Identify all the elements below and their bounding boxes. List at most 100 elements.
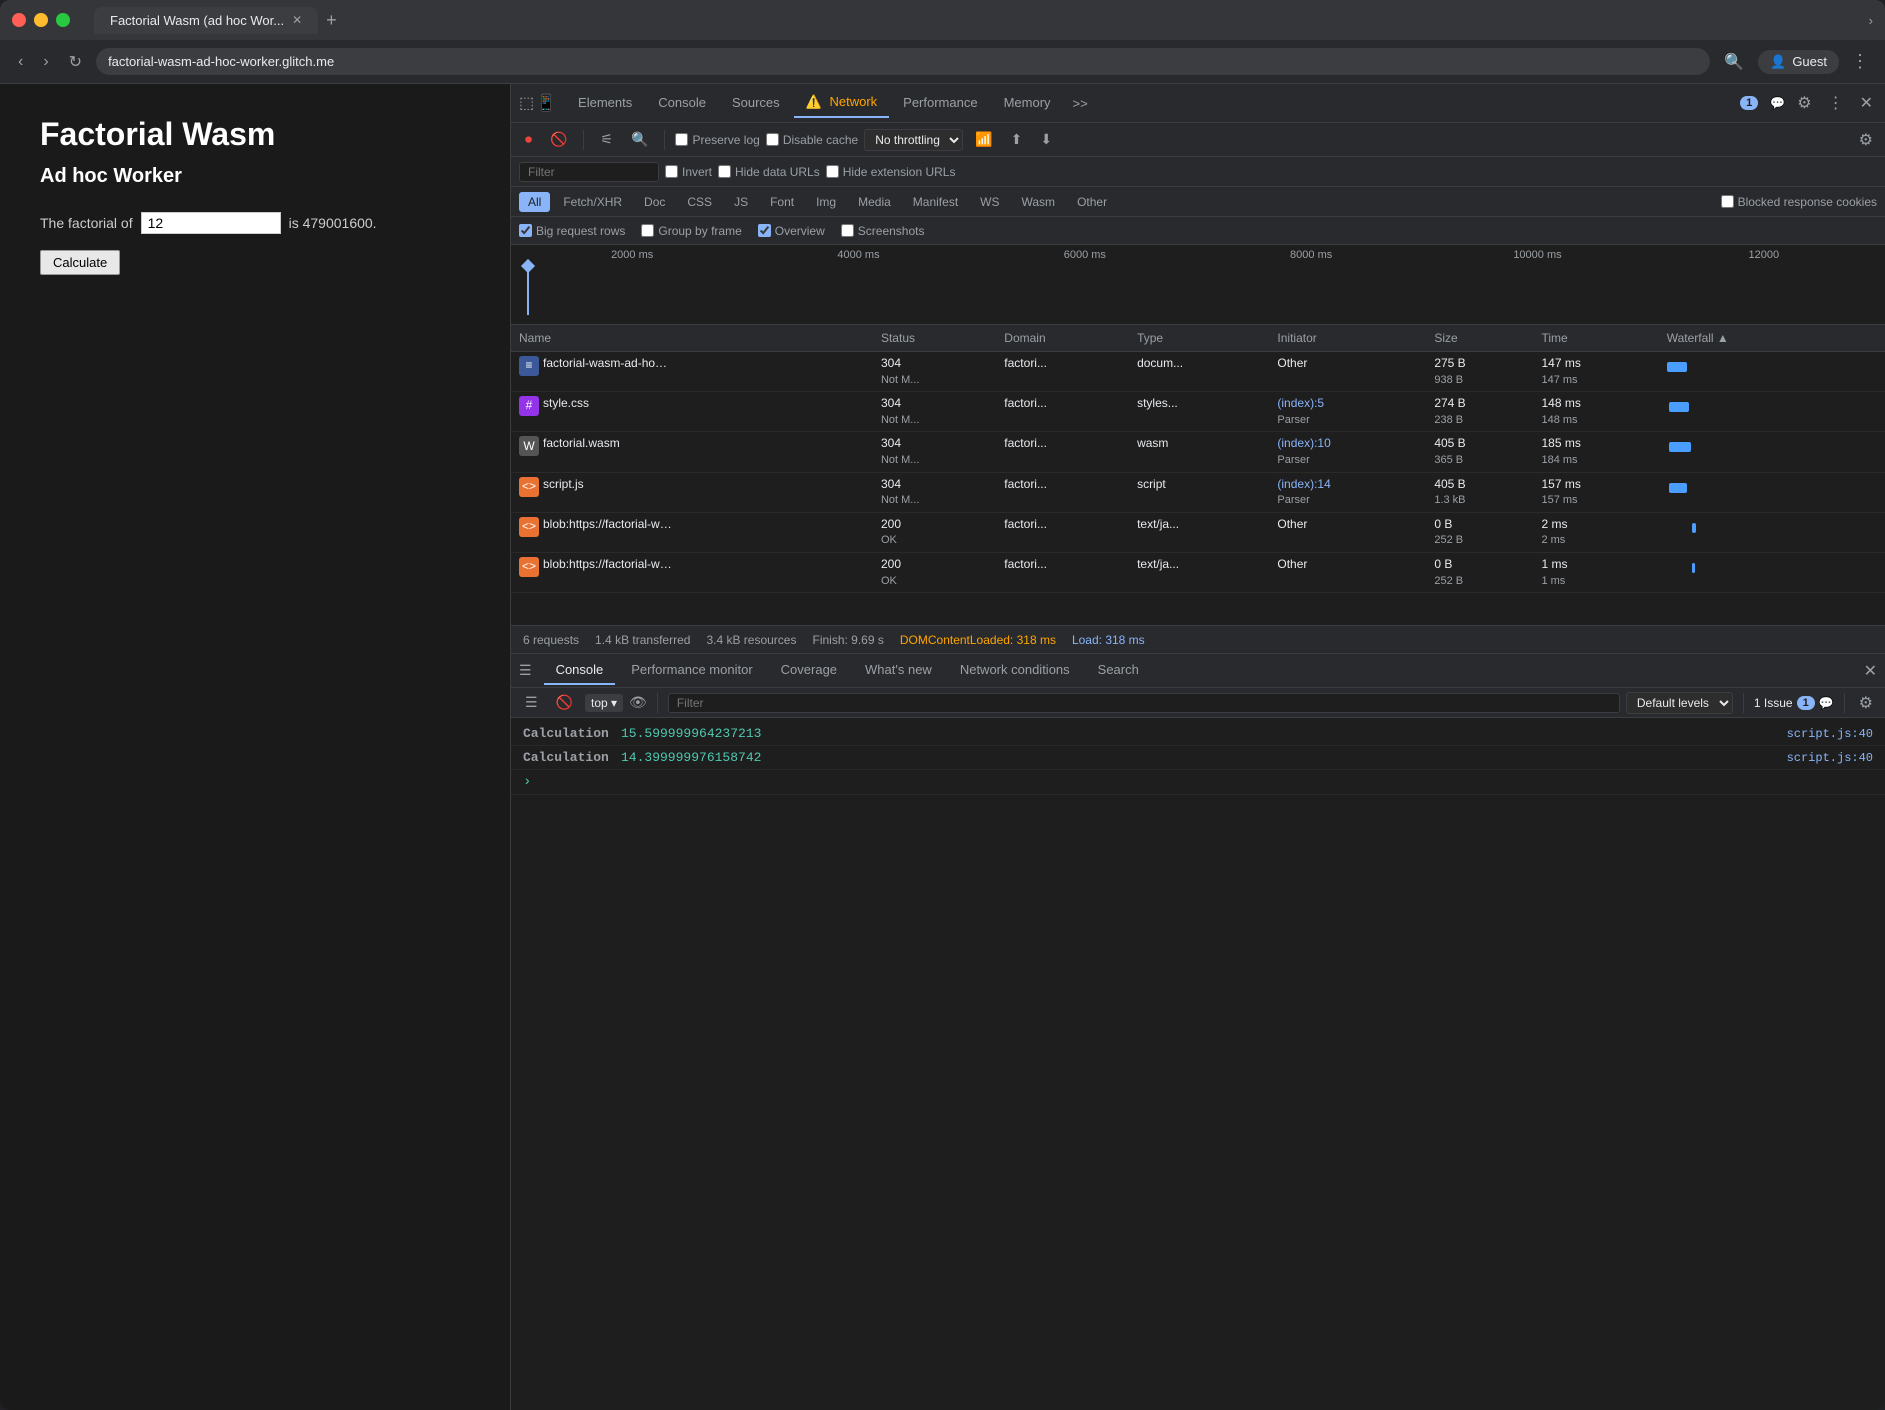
more-tabs-icon[interactable]: >> <box>1065 96 1096 111</box>
screenshots-input[interactable] <box>841 224 854 237</box>
search-icon[interactable]: 🔍 <box>625 128 654 151</box>
big-rows-input[interactable] <box>519 224 532 237</box>
console-settings-icon[interactable]: ⚙ <box>1855 689 1877 717</box>
col-status[interactable]: Status <box>873 325 996 352</box>
factorial-input[interactable] <box>141 212 281 234</box>
console-source[interactable]: script.js:40 <box>1787 727 1873 741</box>
hide-ext-urls-input[interactable] <box>826 165 839 178</box>
type-pill-other[interactable]: Other <box>1068 192 1116 212</box>
record-stop-button[interactable]: ⏺ <box>519 128 538 151</box>
device-toolbar-icon[interactable]: 📱 <box>536 93 556 113</box>
type-pill-doc[interactable]: Doc <box>635 192 674 212</box>
preserve-log-input[interactable] <box>675 133 688 146</box>
invert-checkbox[interactable]: Invert <box>665 165 712 179</box>
settings-icon[interactable]: ⚙ <box>1793 89 1815 117</box>
type-pill-js[interactable]: JS <box>725 192 757 212</box>
new-tab-button[interactable]: + <box>326 10 337 31</box>
type-pill-manifest[interactable]: Manifest <box>904 192 967 212</box>
back-button[interactable]: ‹ <box>12 49 29 75</box>
col-type[interactable]: Type <box>1129 325 1269 352</box>
col-waterfall[interactable]: Waterfall ▲ <box>1659 325 1885 352</box>
table-row[interactable]: <> script.js 304 Not M... factori... scr… <box>511 472 1885 512</box>
console-sidebar-icon[interactable]: ☰ <box>519 691 544 714</box>
group-by-frame-input[interactable] <box>641 224 654 237</box>
console-tab-coverage[interactable]: Coverage <box>769 656 849 685</box>
invert-input[interactable] <box>665 165 678 178</box>
tab-close-button[interactable]: ✕ <box>292 13 302 27</box>
tab-performance[interactable]: Performance <box>891 89 989 118</box>
disable-cache-input[interactable] <box>766 133 779 146</box>
tab-elements[interactable]: Elements <box>566 89 644 118</box>
forward-button[interactable]: › <box>37 49 54 75</box>
tab-memory[interactable]: Memory <box>992 89 1063 118</box>
overview-input[interactable] <box>758 224 771 237</box>
group-by-frame-checkbox[interactable]: Group by frame <box>641 224 741 238</box>
element-picker-icon[interactable]: ⬚ <box>519 93 534 113</box>
screenshots-checkbox[interactable]: Screenshots <box>841 224 925 238</box>
col-name[interactable]: Name <box>511 325 873 352</box>
download-icon[interactable]: ⬇ <box>1034 128 1058 151</box>
table-row[interactable]: <> blob:https://factorial-wa... 200 OK f… <box>511 512 1885 552</box>
console-tab-search[interactable]: Search <box>1086 656 1151 685</box>
filter-input[interactable] <box>519 162 659 182</box>
console-tab-network-conditions[interactable]: Network conditions <box>948 656 1082 685</box>
console-clear-icon[interactable]: 🚫 <box>550 691 579 714</box>
big-rows-checkbox[interactable]: Big request rows <box>519 224 625 238</box>
calculate-button[interactable]: Calculate <box>40 250 120 275</box>
console-tab-whats-new[interactable]: What's new <box>853 656 944 685</box>
console-tab-perf[interactable]: Performance monitor <box>619 656 764 685</box>
console-filter-input[interactable] <box>668 693 1620 713</box>
active-tab[interactable]: Factorial Wasm (ad hoc Wor... ✕ <box>94 7 318 34</box>
blocked-cookies-input[interactable] <box>1721 195 1734 208</box>
type-pill-all[interactable]: All <box>519 192 550 212</box>
initiator-link[interactable]: (index):10 <box>1277 436 1330 450</box>
online-icon[interactable]: 📶 <box>969 128 998 151</box>
url-input[interactable] <box>96 48 1710 75</box>
initiator-link[interactable]: (index):5 <box>1277 396 1324 410</box>
minimize-button[interactable] <box>34 13 48 27</box>
more-options-icon[interactable]: ⋮ <box>1824 89 1848 117</box>
clear-button[interactable]: 🚫 <box>544 128 573 151</box>
col-size[interactable]: Size <box>1426 325 1533 352</box>
type-pill-media[interactable]: Media <box>849 192 900 212</box>
reload-button[interactable]: ↻ <box>63 48 88 76</box>
close-button[interactable] <box>12 13 26 27</box>
filter-icon[interactable]: ⚟ <box>594 128 619 151</box>
console-prompt-line[interactable]: › <box>511 770 1885 795</box>
tab-console[interactable]: Console <box>646 89 718 118</box>
type-pill-font[interactable]: Font <box>761 192 803 212</box>
console-tab-console[interactable]: Console <box>544 656 616 685</box>
blocked-cookies-checkbox[interactable]: Blocked response cookies <box>1721 195 1877 209</box>
disable-cache-checkbox[interactable]: Disable cache <box>766 133 858 147</box>
table-row[interactable]: ≡ factorial-wasm-ad-hoc-... 304 Not M...… <box>511 352 1885 392</box>
tab-sources[interactable]: Sources <box>720 89 792 118</box>
table-row[interactable]: W factorial.wasm 304 Not M... factori...… <box>511 432 1885 472</box>
tab-network[interactable]: ⚠️ Network <box>794 88 890 118</box>
console-context-selector[interactable]: top ▾ <box>585 694 623 712</box>
console-eye-icon[interactable]: 👁 <box>629 694 647 711</box>
maximize-button[interactable] <box>56 13 70 27</box>
type-pill-fetch-xhr[interactable]: Fetch/XHR <box>554 192 631 212</box>
type-pill-wasm[interactable]: Wasm <box>1013 192 1065 212</box>
preserve-log-checkbox[interactable]: Preserve log <box>675 133 759 147</box>
type-pill-img[interactable]: Img <box>807 192 845 212</box>
col-initiator[interactable]: Initiator <box>1269 325 1426 352</box>
col-time[interactable]: Time <box>1533 325 1658 352</box>
console-menu-icon[interactable]: ☰ <box>519 662 532 679</box>
console-close-button[interactable]: ✕ <box>1864 661 1877 681</box>
hide-data-urls-checkbox[interactable]: Hide data URLs <box>718 165 820 179</box>
hide-ext-urls-checkbox[interactable]: Hide extension URLs <box>826 165 956 179</box>
type-pill-ws[interactable]: WS <box>971 192 1008 212</box>
table-row[interactable]: # style.css 304 Not M... factori... styl… <box>511 392 1885 432</box>
table-row[interactable]: <> blob:https://factorial-wa... 200 OK f… <box>511 552 1885 592</box>
close-devtools-button[interactable]: ✕ <box>1856 89 1877 117</box>
menu-button[interactable]: ⋮ <box>1847 47 1873 76</box>
initiator-link[interactable]: (index):14 <box>1277 477 1330 491</box>
network-table-container[interactable]: Name Status Domain Type Initiator Size T… <box>511 325 1885 625</box>
upload-icon[interactable]: ⬆ <box>1005 128 1029 151</box>
console-source[interactable]: script.js:40 <box>1787 751 1873 765</box>
hide-data-urls-input[interactable] <box>718 165 731 178</box>
overview-checkbox[interactable]: Overview <box>758 224 825 238</box>
type-pill-css[interactable]: CSS <box>678 192 721 212</box>
col-domain[interactable]: Domain <box>996 325 1129 352</box>
